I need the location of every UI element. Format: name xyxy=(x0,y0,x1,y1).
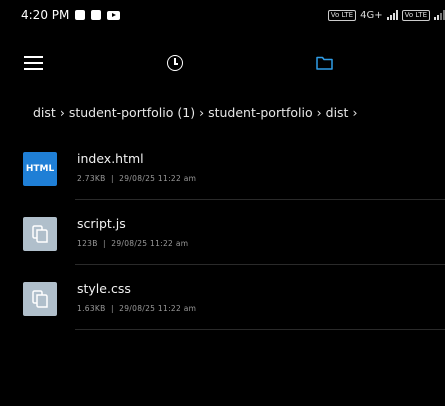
divider xyxy=(75,199,445,200)
youtube-icon xyxy=(107,10,121,20)
document-file-icon xyxy=(23,217,57,251)
status-bar: 4:20 PM Vo LTE 4G+ Vo LTE xyxy=(0,0,445,30)
file-date: 29/08/25 11:22 am xyxy=(111,239,189,248)
file-date: 29/08/25 11:22 am xyxy=(119,174,197,183)
file-size: 2.73KB xyxy=(77,174,106,183)
list-item[interactable]: HTML index.html 2.73KB | 29/08/25 11:22 … xyxy=(0,140,445,200)
signal-strength-icon-1 xyxy=(386,10,398,20)
volte-badge-2: Vo LTE xyxy=(401,9,430,21)
clock-icon[interactable] xyxy=(167,55,183,71)
top-toolbar xyxy=(0,40,445,90)
file-date: 29/08/25 11:22 am xyxy=(119,304,197,313)
file-size: 123B xyxy=(77,239,98,248)
html-file-icon: HTML xyxy=(23,152,57,186)
divider xyxy=(75,329,445,330)
menu-icon[interactable] xyxy=(24,56,43,71)
file-size: 1.63KB xyxy=(77,304,106,313)
status-left: 4:20 PM xyxy=(21,8,121,22)
divider xyxy=(75,264,445,265)
file-meta: 1.63KB | 29/08/25 11:22 am xyxy=(77,304,197,313)
folder-icon[interactable] xyxy=(316,56,333,70)
file-meta: 2.73KB | 29/08/25 11:22 am xyxy=(77,174,197,183)
file-meta: 123B | 29/08/25 11:22 am xyxy=(77,239,189,248)
file-name: style.css xyxy=(77,281,131,296)
app-notification-icon xyxy=(91,10,102,20)
breadcrumb: dist › student-portfolio (1) › student-p… xyxy=(33,100,357,124)
snapchat-icon xyxy=(75,10,86,20)
breadcrumb-item[interactable]: student-portfolio xyxy=(208,105,313,120)
breadcrumb-item[interactable]: dist xyxy=(33,105,56,120)
list-item[interactable]: script.js 123B | 29/08/25 11:22 am xyxy=(0,205,445,265)
chevron-right-icon: › xyxy=(316,104,322,120)
list-item[interactable]: style.css 1.63KB | 29/08/25 11:22 am xyxy=(0,270,445,330)
chevron-right-icon: › xyxy=(59,104,65,120)
volte-badge-1: Vo LTE xyxy=(327,9,357,21)
file-name: index.html xyxy=(77,151,144,166)
status-time: 4:20 PM xyxy=(21,8,70,22)
chevron-right-icon: › xyxy=(199,104,205,120)
document-file-icon xyxy=(23,282,57,316)
breadcrumb-item[interactable]: student-portfolio (1) xyxy=(69,105,195,120)
network-type-label: 4G+ xyxy=(360,9,383,21)
file-name: script.js xyxy=(77,216,126,231)
status-right: Vo LTE 4G+ Vo LTE xyxy=(327,9,445,21)
signal-strength-icon-2 xyxy=(434,10,445,20)
chevron-right-icon: › xyxy=(352,104,358,120)
breadcrumb-item[interactable]: dist xyxy=(326,105,349,120)
